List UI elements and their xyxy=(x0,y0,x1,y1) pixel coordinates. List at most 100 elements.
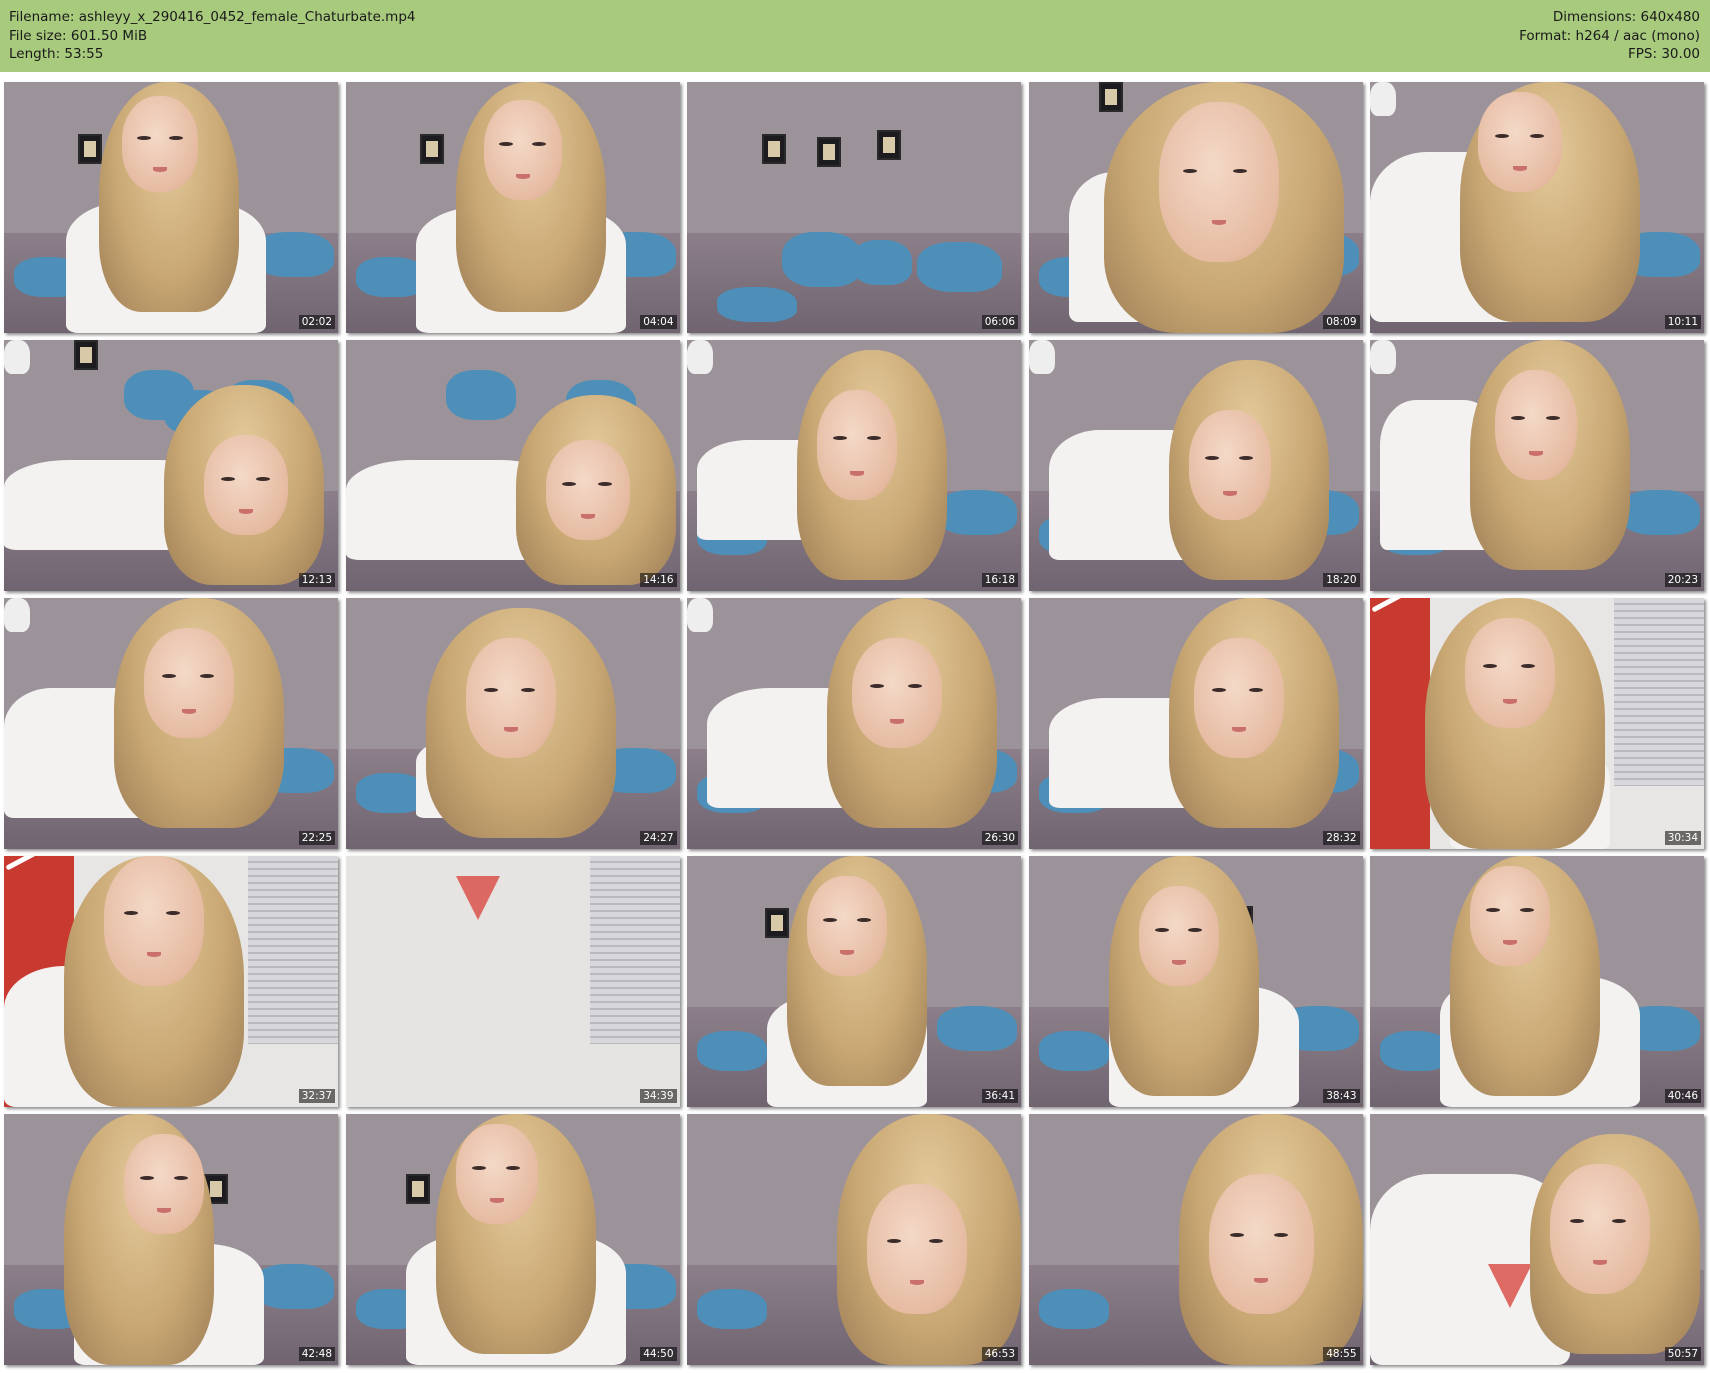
pillow xyxy=(717,287,797,322)
wall-picture xyxy=(74,340,98,370)
pillow xyxy=(1038,1289,1109,1329)
face xyxy=(1478,92,1562,192)
wall-picture xyxy=(1098,82,1123,112)
eye xyxy=(166,910,180,915)
face xyxy=(465,638,556,758)
video-thumbnail: 46:53 xyxy=(687,1114,1021,1365)
face xyxy=(1208,1174,1314,1314)
face xyxy=(122,96,198,192)
pillow xyxy=(1038,1031,1109,1071)
pillow xyxy=(937,490,1017,535)
timestamp-label: 12:13 xyxy=(298,573,335,587)
thumbnail-grid: 02:02 04:04 06:06 08:09 10:11 12:13 14:16 16:18… xyxy=(4,82,1706,1369)
video-thumbnail: 26:30 xyxy=(687,598,1021,849)
maple-leaf-logo xyxy=(455,876,500,920)
window-blinds xyxy=(1614,598,1704,787)
pillow xyxy=(254,1264,334,1309)
timestamp-label: 34:39 xyxy=(640,1089,677,1103)
mouth xyxy=(840,950,854,955)
timestamp-label: 40:46 xyxy=(1664,1089,1701,1103)
sock xyxy=(4,598,30,632)
face xyxy=(144,628,234,738)
mouth xyxy=(503,726,518,732)
video-thumbnail: 02:02 xyxy=(4,82,338,333)
eye xyxy=(1570,1218,1584,1223)
timestamp-label: 22:25 xyxy=(298,831,335,845)
mouth xyxy=(153,167,167,173)
timestamp-label: 38:43 xyxy=(1323,1089,1360,1103)
timestamp-label: 10:11 xyxy=(1664,315,1701,329)
video-thumbnail: 22:25 xyxy=(4,598,338,849)
face xyxy=(1495,370,1577,480)
wall-picture xyxy=(78,134,102,164)
pillow xyxy=(254,232,334,277)
video-thumbnail: 32:37 xyxy=(4,856,338,1107)
mouth xyxy=(1503,940,1517,945)
face xyxy=(1138,886,1219,986)
face xyxy=(1193,638,1284,758)
eye xyxy=(256,477,271,481)
length-text: Length: 53:55 xyxy=(9,46,104,62)
video-thumbnail: 38:43 xyxy=(1028,856,1363,1107)
eye xyxy=(1519,908,1534,912)
eye xyxy=(1273,1232,1288,1237)
window-blinds xyxy=(248,856,338,1045)
sock xyxy=(687,340,713,374)
face xyxy=(483,100,562,200)
video-thumbnail: 06:06 xyxy=(687,82,1021,333)
video-thumbnail: 50:57 xyxy=(1370,1114,1704,1365)
file-info-left: Filename: ashleyy_x_290416_0452_female_C… xyxy=(9,8,415,64)
eye xyxy=(140,1176,154,1180)
mouth xyxy=(1513,166,1527,171)
timestamp-label: 36:41 xyxy=(981,1089,1018,1103)
fps-text: FPS: 30.00 xyxy=(1628,46,1700,62)
sock xyxy=(687,598,713,632)
sock xyxy=(1370,340,1396,374)
timestamp-label: 44:50 xyxy=(640,1347,677,1361)
red-wall xyxy=(1370,598,1430,849)
filesize-text: File size: 601.50 MiB xyxy=(9,27,148,44)
timestamp-label: 28:32 xyxy=(1323,831,1360,845)
eye xyxy=(471,1166,486,1170)
timestamp-label: 48:55 xyxy=(1323,1347,1360,1361)
pillow xyxy=(1620,490,1700,535)
video-thumbnail: 04:04 xyxy=(345,82,680,333)
pillow xyxy=(852,240,912,285)
pillow xyxy=(782,232,862,287)
pillow xyxy=(697,1289,767,1329)
video-thumbnail: 42:48 xyxy=(4,1114,338,1365)
dimensions-text: Dimensions: 640x480 xyxy=(1552,9,1700,25)
file-info-right: Dimensions: 640x480 Format: h264 / aac (… xyxy=(1519,8,1700,64)
face xyxy=(1188,410,1271,520)
eye xyxy=(1188,928,1203,932)
sock xyxy=(1370,82,1396,116)
sock xyxy=(1028,340,1055,374)
pillow xyxy=(937,1006,1017,1051)
eye xyxy=(1530,134,1545,138)
timestamp-label: 02:02 xyxy=(298,315,335,329)
wall-picture xyxy=(405,1174,430,1204)
video-thumbnail: 20:23 xyxy=(1370,340,1704,591)
eye xyxy=(1494,134,1509,138)
timestamp-label: 16:18 xyxy=(981,573,1018,587)
video-thumbnail: 30:34 xyxy=(1370,598,1704,849)
maple-leaf-logo xyxy=(1488,1264,1532,1308)
eye xyxy=(531,142,546,146)
timestamp-label: 50:57 xyxy=(1664,1347,1701,1361)
video-thumbnail: 34:39 xyxy=(345,856,680,1107)
mouth xyxy=(1171,960,1186,965)
mouth xyxy=(489,1198,504,1203)
sock xyxy=(4,340,30,374)
video-thumbnail: 18:20 xyxy=(1028,340,1363,591)
eye xyxy=(823,918,837,922)
eye xyxy=(597,482,612,486)
mouth xyxy=(515,174,530,179)
face xyxy=(1465,618,1555,728)
face xyxy=(867,1184,967,1314)
eye xyxy=(173,1176,188,1180)
timestamp-label: 26:30 xyxy=(981,831,1018,845)
video-thumbnail: 48:55 xyxy=(1028,1114,1363,1365)
pillow xyxy=(445,370,516,420)
eye xyxy=(1486,908,1500,912)
eye xyxy=(929,1238,943,1243)
